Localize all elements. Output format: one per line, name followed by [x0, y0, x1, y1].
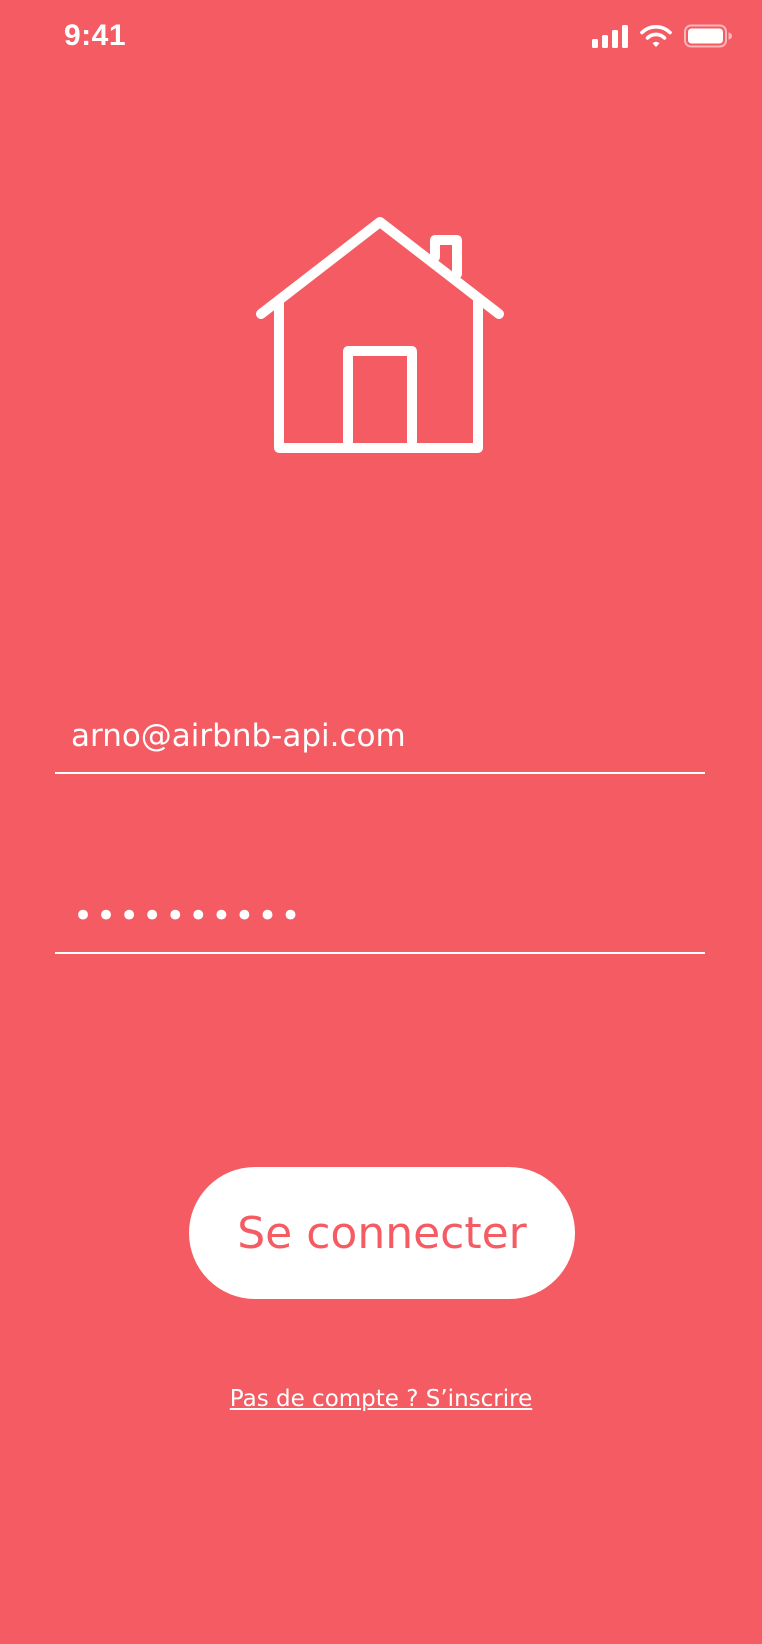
- login-screen: 9:41 arno@airbnb-api.com •••••••••• Se c…: [0, 0, 762, 1644]
- signup-link[interactable]: Pas de compte ? S’inscrire: [0, 1386, 762, 1412]
- wifi-icon: [640, 24, 672, 48]
- password-field[interactable]: ••••••••••: [55, 882, 705, 954]
- login-button[interactable]: Se connecter: [189, 1167, 575, 1299]
- house-icon: [255, 216, 505, 456]
- status-time: 9:41: [64, 19, 127, 52]
- email-value: arno@airbnb-api.com: [71, 718, 406, 754]
- password-value: ••••••••••: [73, 896, 304, 936]
- email-field[interactable]: arno@airbnb-api.com: [55, 700, 705, 774]
- battery-icon: [684, 24, 732, 48]
- cellular-signal-icon: [592, 24, 628, 48]
- status-bar: 9:41: [0, 0, 762, 74]
- status-icons: [592, 22, 732, 50]
